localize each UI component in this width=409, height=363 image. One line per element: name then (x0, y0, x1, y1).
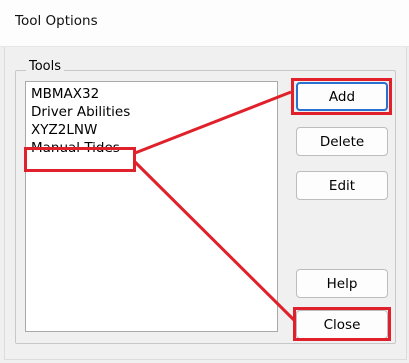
help-button[interactable]: Help (296, 269, 388, 298)
list-item-manual-tides[interactable]: Manual Tides (31, 140, 120, 157)
edit-button[interactable]: Edit (296, 171, 388, 200)
tools-group-label: Tools (26, 59, 65, 74)
tools-list[interactable]: MBMAX32 Driver Abilities XYZ2LNW Manual … (25, 81, 278, 332)
close-button[interactable]: Close (296, 310, 388, 339)
list-item-xyz2lnw[interactable]: XYZ2LNW (31, 122, 97, 139)
delete-button[interactable]: Delete (296, 127, 388, 156)
list-item-mbmax32[interactable]: MBMAX32 (31, 86, 99, 103)
add-button[interactable]: Add (296, 82, 388, 111)
tool-options-dialog: Tool Options Tools MBMAX32 Driver Abilit… (0, 0, 409, 363)
window-title: Tool Options (15, 13, 98, 29)
title-bar: Tool Options (0, 0, 409, 47)
list-item-driver-abilities[interactable]: Driver Abilities (31, 104, 130, 121)
